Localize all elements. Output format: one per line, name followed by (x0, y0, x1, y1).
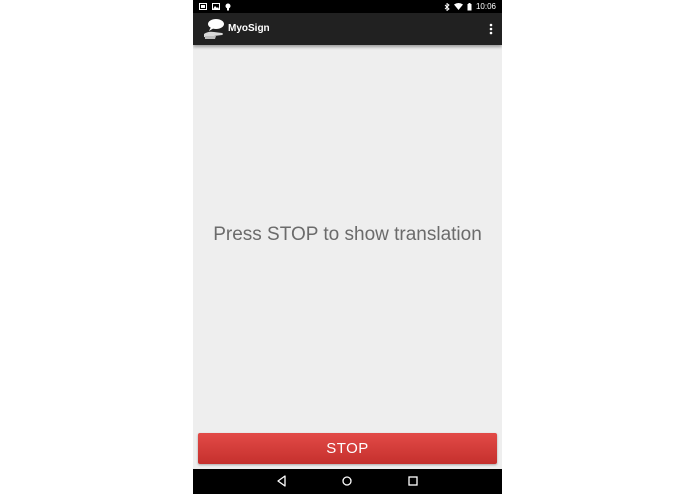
translation-message: Press STOP to show translation (213, 224, 482, 245)
overflow-menu-icon[interactable] (486, 21, 496, 37)
app-bar: MyoSign (193, 13, 502, 45)
status-left-icons (199, 0, 231, 13)
navigation-bar (193, 469, 502, 494)
recents-icon[interactable] (406, 474, 420, 488)
app-screen: 10:06 MyoSign Press STOP to show transla… (193, 0, 502, 494)
app-title: MyoSign (228, 23, 270, 34)
battery-icon (467, 2, 472, 10)
lightbulb-icon (225, 3, 231, 10)
status-right-icons: 10:06 (444, 0, 496, 13)
bluetooth-icon (444, 2, 450, 11)
status-time: 10:06 (475, 2, 496, 11)
wifi-icon (453, 3, 463, 10)
status-bar: 10:06 (193, 0, 502, 13)
back-icon[interactable] (275, 474, 289, 488)
home-icon[interactable] (340, 474, 354, 488)
image-icon (212, 3, 220, 10)
stop-button[interactable]: STOP (198, 433, 497, 464)
myosign-logo-icon (204, 19, 224, 39)
photo-icon (199, 3, 207, 10)
